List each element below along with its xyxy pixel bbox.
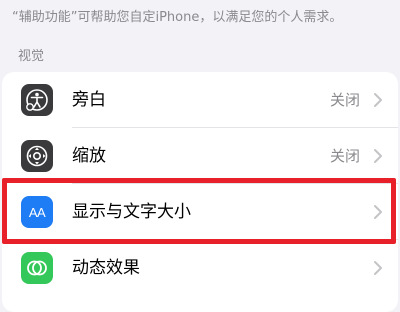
display-text-size-icon: AA bbox=[21, 196, 53, 228]
zoom-icon bbox=[21, 140, 53, 172]
voiceover-label: 旁白 bbox=[72, 90, 106, 110]
chevron-right-icon bbox=[374, 149, 382, 163]
voiceover-icon bbox=[21, 84, 53, 116]
chevron-right-icon bbox=[374, 93, 382, 107]
chevron-right-icon bbox=[374, 261, 382, 275]
voiceover-status: 关闭 bbox=[329, 91, 360, 109]
accessibility-description: “辅助功能”可帮助您自定iPhone，以满足您的个人需求。 bbox=[12, 10, 343, 25]
settings-row-voiceover[interactable]: 旁白 关闭 bbox=[2, 72, 398, 128]
settings-row-display-text-size[interactable]: AA 显示与文字大小 bbox=[2, 184, 398, 240]
display-text-size-icon-glyph: AA bbox=[28, 204, 46, 220]
vision-settings-group: 旁白 关闭 缩放 关闭 AA 显示与文字大小 动态效果 bbox=[2, 72, 398, 312]
section-header-vision: 视觉 bbox=[18, 49, 45, 64]
motion-icon bbox=[21, 252, 53, 284]
zoom-label: 缩放 bbox=[72, 146, 106, 166]
display-text-size-label: 显示与文字大小 bbox=[72, 202, 191, 222]
zoom-status: 关闭 bbox=[329, 147, 360, 165]
settings-row-motion[interactable]: 动态效果 bbox=[2, 240, 398, 296]
chevron-right-icon bbox=[374, 205, 382, 219]
settings-row-zoom[interactable]: 缩放 关闭 bbox=[2, 128, 398, 184]
motion-label: 动态效果 bbox=[72, 258, 140, 278]
